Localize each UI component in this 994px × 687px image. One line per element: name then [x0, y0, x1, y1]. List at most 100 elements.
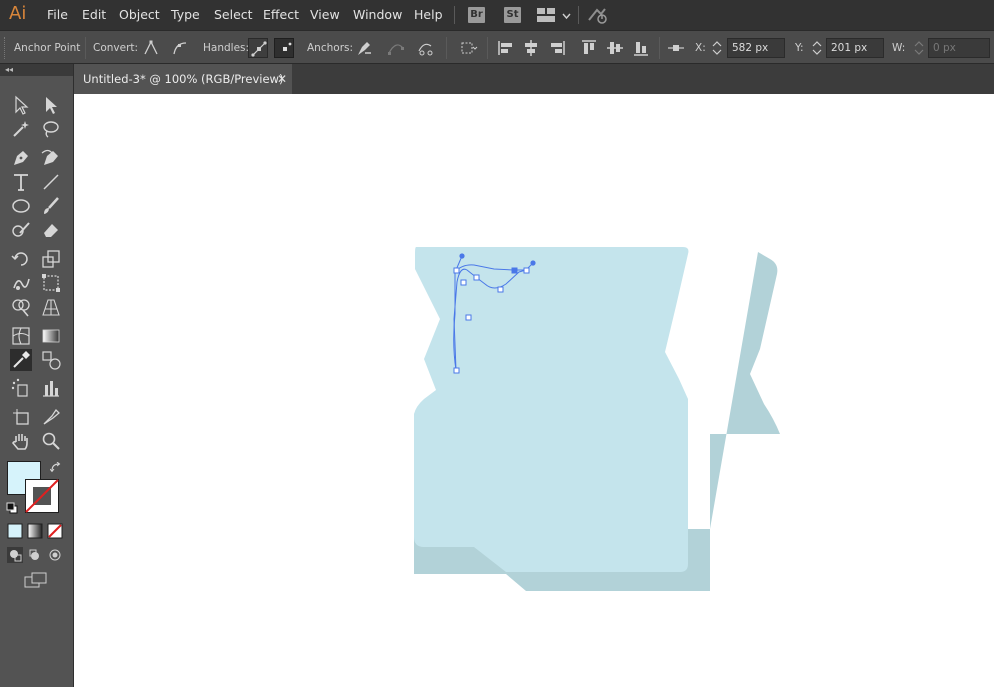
artboard-canvas[interactable] [74, 94, 994, 687]
x-stepper[interactable] [710, 38, 724, 58]
anchor-point[interactable] [473, 274, 480, 281]
toolbox-collapse-button[interactable]: ◂◂ [0, 64, 73, 76]
align-right-icon[interactable] [547, 38, 567, 58]
menu-window[interactable]: Window [353, 7, 402, 22]
curvature-tool-icon[interactable] [40, 147, 62, 169]
convert-to-corner-icon[interactable] [141, 38, 161, 58]
control-grip [4, 37, 8, 59]
hide-handles-icon[interactable] [274, 38, 294, 58]
screen-mode-icon[interactable] [24, 572, 48, 588]
app-logo: Ai [9, 3, 27, 24]
eyedropper-tool-icon[interactable] [10, 349, 32, 371]
anchor-point[interactable] [497, 286, 504, 293]
bridge-button[interactable]: Br [468, 7, 485, 23]
gpu-performance-icon[interactable] [587, 6, 609, 24]
shaper-tool-icon[interactable] [10, 219, 32, 241]
menu-type[interactable]: Type [171, 7, 200, 22]
document-tab[interactable]: Untitled-3* @ 100% (RGB/Preview) ✕ [74, 64, 292, 94]
menu-view[interactable]: View [310, 7, 340, 22]
hand-tool-icon[interactable] [10, 430, 32, 452]
align-bottom-icon[interactable] [631, 38, 651, 58]
symbol-sprayer-tool-icon[interactable] [10, 377, 32, 399]
gradient-mode-icon[interactable] [27, 523, 43, 539]
warp-tool-icon[interactable] [10, 272, 32, 294]
w-label: W: [892, 42, 906, 54]
draw-behind-icon[interactable] [27, 547, 43, 563]
connect-anchors-icon[interactable] [386, 38, 406, 58]
transform-reference-icon[interactable] [666, 38, 686, 58]
document-tab-title: Untitled-3* @ 100% (RGB/Preview) [83, 72, 284, 86]
blend-tool-icon[interactable] [40, 349, 62, 371]
none-mode-icon[interactable] [47, 523, 63, 539]
menu-help[interactable]: Help [414, 7, 443, 22]
align-to-icon[interactable] [458, 38, 478, 58]
draw-normal-icon[interactable] [7, 547, 23, 563]
shape-builder-tool-icon[interactable] [10, 296, 32, 318]
swap-fill-stroke-icon[interactable] [49, 461, 62, 474]
free-transform-tool-icon[interactable] [40, 272, 62, 294]
handle-point[interactable] [530, 260, 536, 266]
document-tab-bar: Untitled-3* @ 100% (RGB/Preview) ✕ [74, 64, 994, 94]
anchor-point[interactable] [453, 267, 460, 274]
draw-inside-icon[interactable] [47, 547, 63, 563]
anchors-label: Anchors: [307, 42, 354, 54]
menu-object[interactable]: Object [119, 7, 160, 22]
convert-label: Convert: [93, 42, 139, 54]
ellipse-tool-icon[interactable] [10, 195, 32, 217]
w-stepper[interactable] [912, 38, 926, 58]
close-tab-button[interactable]: ✕ [277, 64, 287, 94]
column-graph-tool-icon[interactable] [40, 377, 62, 399]
menu-effect[interactable]: Effect [263, 7, 299, 22]
anchor-point-selected[interactable] [511, 267, 518, 274]
w-field[interactable]: 0 px [928, 38, 990, 58]
artwork[interactable] [74, 94, 994, 687]
type-tool-icon[interactable] [10, 171, 32, 193]
cut-path-icon[interactable] [416, 38, 436, 58]
align-left-icon[interactable] [496, 38, 516, 58]
stock-button[interactable]: St [504, 7, 521, 23]
tool-name-label: Anchor Point [14, 42, 81, 54]
convert-to-smooth-icon[interactable] [170, 38, 190, 58]
workspace-layout-icon[interactable] [537, 8, 555, 22]
anchor-point[interactable] [460, 279, 467, 286]
zoom-tool-icon[interactable] [40, 430, 62, 452]
stroke-none-swatch[interactable] [25, 479, 59, 513]
menu-edit[interactable]: Edit [82, 7, 106, 22]
magic-wand-tool-icon[interactable] [10, 118, 32, 140]
artboard-tool-icon[interactable] [10, 406, 32, 428]
default-fill-stroke-icon[interactable] [6, 502, 18, 514]
gradient-tool-icon[interactable] [40, 325, 62, 347]
handle-point[interactable] [459, 253, 465, 259]
lasso-tool-icon[interactable] [40, 118, 62, 140]
anchor-point[interactable] [523, 267, 530, 274]
eraser-tool-icon[interactable] [40, 219, 62, 241]
rotate-tool-icon[interactable] [10, 248, 32, 270]
y-stepper[interactable] [810, 38, 824, 58]
x-field[interactable]: 582 px [727, 38, 785, 58]
remove-anchor-icon[interactable] [354, 38, 374, 58]
color-mode-icon[interactable] [7, 523, 23, 539]
align-center-vertical-icon[interactable] [605, 38, 625, 58]
control-divider [659, 37, 660, 59]
pen-tool-icon[interactable] [10, 147, 32, 169]
line-segment-tool-icon[interactable] [40, 171, 62, 193]
perspective-grid-tool-icon[interactable] [40, 296, 62, 318]
anchor-point[interactable] [453, 367, 460, 374]
mesh-tool-icon[interactable] [10, 325, 32, 347]
show-handles-icon[interactable] [248, 38, 268, 58]
anchor-point[interactable] [465, 314, 472, 321]
chevron-down-icon[interactable] [562, 10, 571, 20]
menu-divider-2 [578, 6, 579, 24]
paintbrush-tool-icon[interactable] [40, 195, 62, 217]
align-top-icon[interactable] [579, 38, 599, 58]
tools-panel: ◂◂ [0, 64, 74, 687]
selection-tool-icon[interactable] [10, 94, 32, 116]
slice-tool-icon[interactable] [40, 406, 62, 428]
menu-file[interactable]: File [47, 7, 68, 22]
control-divider [487, 37, 488, 59]
y-field[interactable]: 201 px [826, 38, 884, 58]
align-center-horizontal-icon[interactable] [521, 38, 541, 58]
menu-select[interactable]: Select [214, 7, 253, 22]
scale-tool-icon[interactable] [40, 248, 62, 270]
direct-selection-tool-icon[interactable] [40, 94, 62, 116]
